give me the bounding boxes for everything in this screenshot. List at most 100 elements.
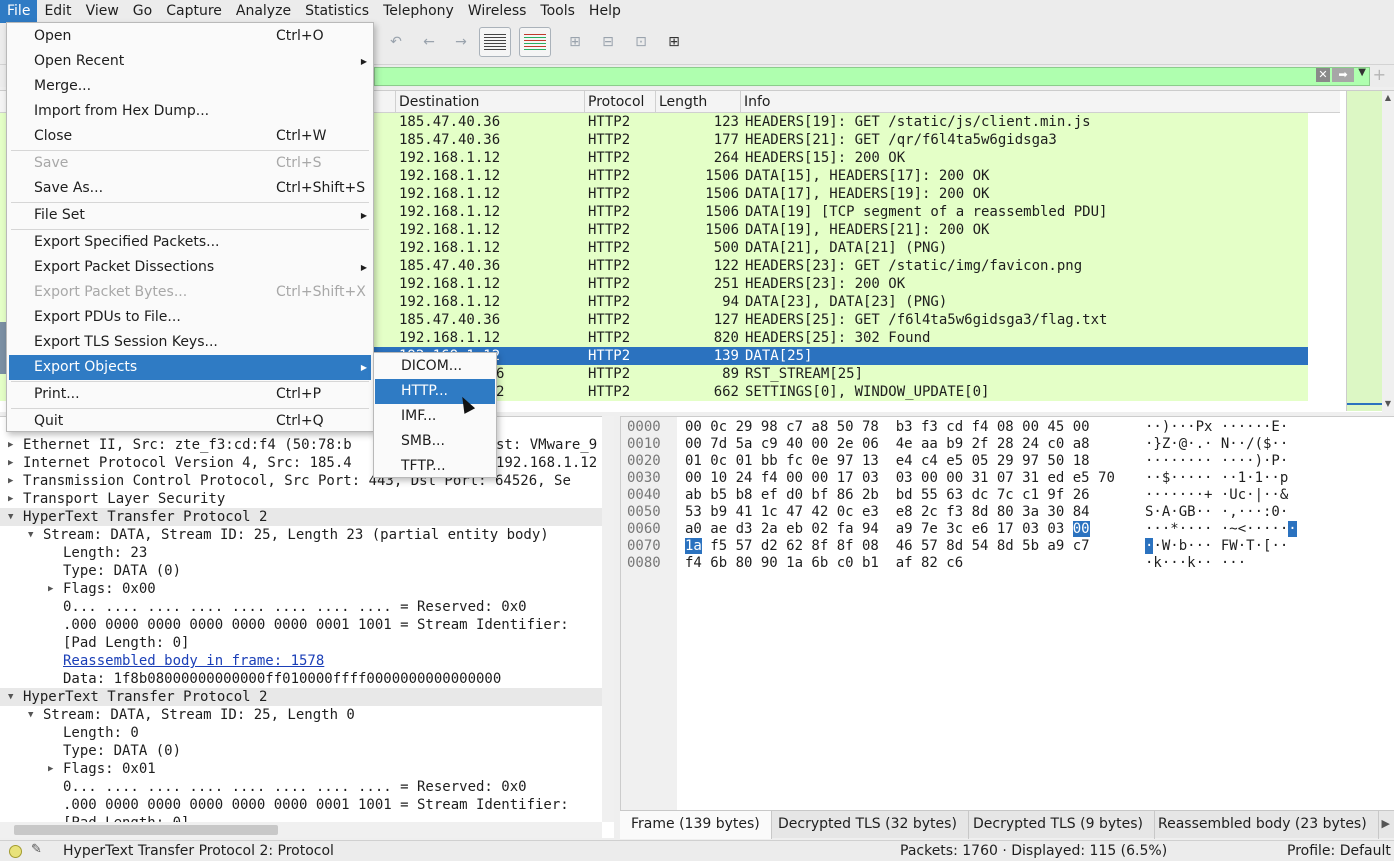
details-scrollbar[interactable] [602,416,614,822]
file-menu-file-set[interactable]: File Set ▶ [9,203,371,228]
details-tree-line[interactable]: 0... .... .... .... .... .... .... .... … [0,598,602,616]
clear-filter-icon[interactable]: ✕ [1316,68,1330,82]
byte-tab[interactable]: Frame (139 bytes) [620,811,772,839]
byte-hex-selected[interactable]: 00 [1072,521,1090,537]
collapsed-arrow-icon[interactable]: ▶ [48,580,53,598]
collapsed-arrow-icon[interactable]: ▶ [8,490,13,508]
chevron-right-icon[interactable]: ▶ [1382,817,1390,830]
byte-ascii[interactable]: ·k···k·· ··· [1145,555,1246,572]
column-info[interactable]: Info [740,91,1340,113]
byte-hex[interactable]: 1a f5 57 d2 62 8f 8f 08 46 57 8d 54 8d 5… [685,538,1090,555]
details-tree-line[interactable]: Reassembled body in frame: 1578 [0,652,602,670]
scroll-up-icon[interactable]: ▲ [1382,93,1394,102]
menubar-capture[interactable]: Capture [159,0,229,23]
byte-ascii[interactable]: ·······+ ·Uc·|··& [1145,487,1288,504]
byte-ascii[interactable]: S·A·GB·· ·,···:0· [1145,504,1288,521]
go-forward-icon[interactable]: → [452,27,470,57]
file-menu-export-specified-packets[interactable]: Export Specified Packets... [9,230,371,255]
add-filter-button-icon[interactable]: + [1373,65,1386,84]
menubar-statistics[interactable]: Statistics [298,0,376,23]
byte-hex[interactable]: 53 b9 41 1c 47 42 0c e3 e8 2c f3 8d 80 3… [685,504,1090,521]
expanded-arrow-icon[interactable]: ▼ [28,706,33,724]
details-tree-line[interactable]: Type: DATA (0) [0,562,602,580]
byte-ascii[interactable]: ·}Z·@·.· N··/($·· [1145,436,1288,453]
byte-hex[interactable]: a0 ae d3 2a eb 02 fa 94 a9 7e 3c e6 17 0… [685,521,1090,538]
byte-hex[interactable]: 00 0c 29 98 c7 a8 50 78 b3 f3 cd f4 08 0… [685,419,1090,436]
details-tree-line[interactable]: ▶ Ethernet II, Src: zte_f3:cd:f4 (50:78:b… [0,436,602,454]
details-tree-line[interactable]: Type: DATA (0) [0,742,602,760]
zoom-in-icon[interactable]: ⊞ [566,27,584,57]
collapsed-arrow-icon[interactable]: ▶ [8,436,13,454]
chevron-down-icon[interactable]: ▼ [1358,67,1366,78]
byte-ascii[interactable]: ··$····· ··1·1··p [1145,470,1288,487]
menubar-go[interactable]: Go [126,0,159,23]
details-tree-line[interactable]: ▼ HyperText Transfer Protocol 2 [0,508,602,526]
details-tree-line[interactable]: ▶ Transport Layer Security [0,490,602,508]
file-menu-export-pdus-to-file[interactable]: Export PDUs to File... [9,305,371,330]
menubar-file[interactable]: File [0,0,38,23]
collapsed-arrow-icon[interactable]: ▶ [8,472,13,490]
go-first-icon[interactable]: ↶ [388,27,404,57]
packet-list-scrollbar[interactable]: ▲ ▼ [1382,91,1394,413]
resize-columns-icon[interactable]: ⊞ [662,27,686,57]
status-profile[interactable]: Profile: Default [1287,841,1391,861]
apply-filter-icon[interactable]: ➡ [1332,68,1354,82]
column-length[interactable]: Length [655,91,741,113]
byte-ascii[interactable]: ···*···· ·~<······ [1145,521,1297,538]
details-tree-line[interactable]: .000 0000 0000 0000 0000 0000 0001 1001 … [0,796,602,814]
details-tree-line[interactable]: ▼ Stream: DATA, Stream ID: 25, Length 23 … [0,526,602,544]
menubar-view[interactable]: View [79,0,126,23]
file-menu-export-tls-session-keys[interactable]: Export TLS Session Keys... [9,330,371,355]
byte-tab[interactable]: Decrypted TLS (9 bytes) [962,811,1155,839]
reassembled-link[interactable]: Reassembled body in frame: 1578 [63,652,324,670]
collapsed-arrow-icon[interactable]: ▶ [48,760,53,778]
normal-size-icon[interactable]: ⊡ [632,27,650,57]
go-back-icon[interactable]: ← [420,27,438,57]
export-objects-imf[interactable]: IMF... [375,404,495,429]
expanded-arrow-icon[interactable]: ▼ [8,508,13,526]
details-tree-line[interactable]: ▶ Transmission Control Protocol, Src Port… [0,472,602,490]
zoom-out-icon[interactable]: ⊟ [599,27,617,57]
byte-hex[interactable]: ab b5 b8 ef d0 bf 86 2b bd 55 63 dc 7c c… [685,487,1090,504]
file-menu-open[interactable]: Open Ctrl+O [9,24,371,49]
file-menu-merge[interactable]: Merge... [9,74,371,99]
byte-hex[interactable]: 01 0c 01 bb fc 0e 97 13 e4 c4 e5 05 29 9… [685,453,1090,470]
details-tree-line[interactable]: 0... .... .... .... .... .... .... .... … [0,778,602,796]
colorize-icon[interactable] [519,27,551,57]
byte-hex[interactable]: 00 7d 5a c9 40 00 2e 06 4e aa b9 2f 28 2… [685,436,1090,453]
details-tree-line[interactable]: Length: 0 [0,724,602,742]
details-horizontal-scrollbar[interactable] [0,822,602,838]
menubar-wireless[interactable]: Wireless [461,0,534,23]
details-tree-line[interactable]: .000 0000 0000 0000 0000 0000 0001 1001 … [0,616,602,634]
details-hscroll-thumb[interactable] [14,825,278,835]
expanded-arrow-icon[interactable]: ▼ [28,526,33,544]
details-tree-line[interactable]: Length: 23 [0,544,602,562]
export-objects-http[interactable]: HTTP... [375,379,495,404]
byte-ascii[interactable]: ··)···Px ······E· [1145,419,1288,436]
byte-ascii[interactable]: ········ ····)·P· [1145,453,1288,470]
details-tree-line[interactable]: ▼ HyperText Transfer Protocol 2 [0,688,602,706]
file-menu-save-as[interactable]: Save As... Ctrl+Shift+S [9,176,371,201]
details-tree-line[interactable]: ▶ Flags: 0x01 [0,760,602,778]
byte-tab[interactable]: Decrypted TLS (32 bytes) [767,811,969,839]
byte-hex[interactable]: f4 6b 80 90 1a 6b c0 b1 af 82 c6 [685,555,963,572]
details-tree-line[interactable]: Data: 1f8b08000000000000ff010000ffff0000… [0,670,602,688]
file-menu-export-packet-dissections[interactable]: Export Packet Dissections ▶ [9,255,371,280]
menubar-analyze[interactable]: Analyze [229,0,298,23]
scroll-down-icon[interactable]: ▼ [1382,399,1394,408]
file-menu-print[interactable]: Print... Ctrl+P [9,382,371,407]
file-menu-quit[interactable]: Quit Ctrl+Q [9,409,371,434]
export-objects-smb[interactable]: SMB... [375,429,495,454]
file-menu-import-from-hex-dump[interactable]: Import from Hex Dump... [9,99,371,124]
byte-hex[interactable]: 00 10 24 f4 00 00 17 03 03 00 00 31 07 3… [685,470,1115,487]
details-tree-line[interactable]: ▶ Flags: 0x00 [0,580,602,598]
autoscroll-icon[interactable] [479,27,511,57]
details-tree-line[interactable]: ▼ Stream: DATA, Stream ID: 25, Length 0 [0,706,602,724]
details-tree-line[interactable]: ▶ Internet Protocol Version 4, Src: 185.4… [0,454,602,472]
export-objects-tftp[interactable]: TFTP... [375,454,495,479]
file-menu-export-objects[interactable]: Export Objects ▶ [9,355,371,380]
menubar-edit[interactable]: Edit [37,0,78,23]
export-objects-dicom[interactable]: DICOM... [375,354,495,379]
menubar-tools[interactable]: Tools [533,0,582,23]
file-menu-close[interactable]: Close Ctrl+W [9,124,371,149]
